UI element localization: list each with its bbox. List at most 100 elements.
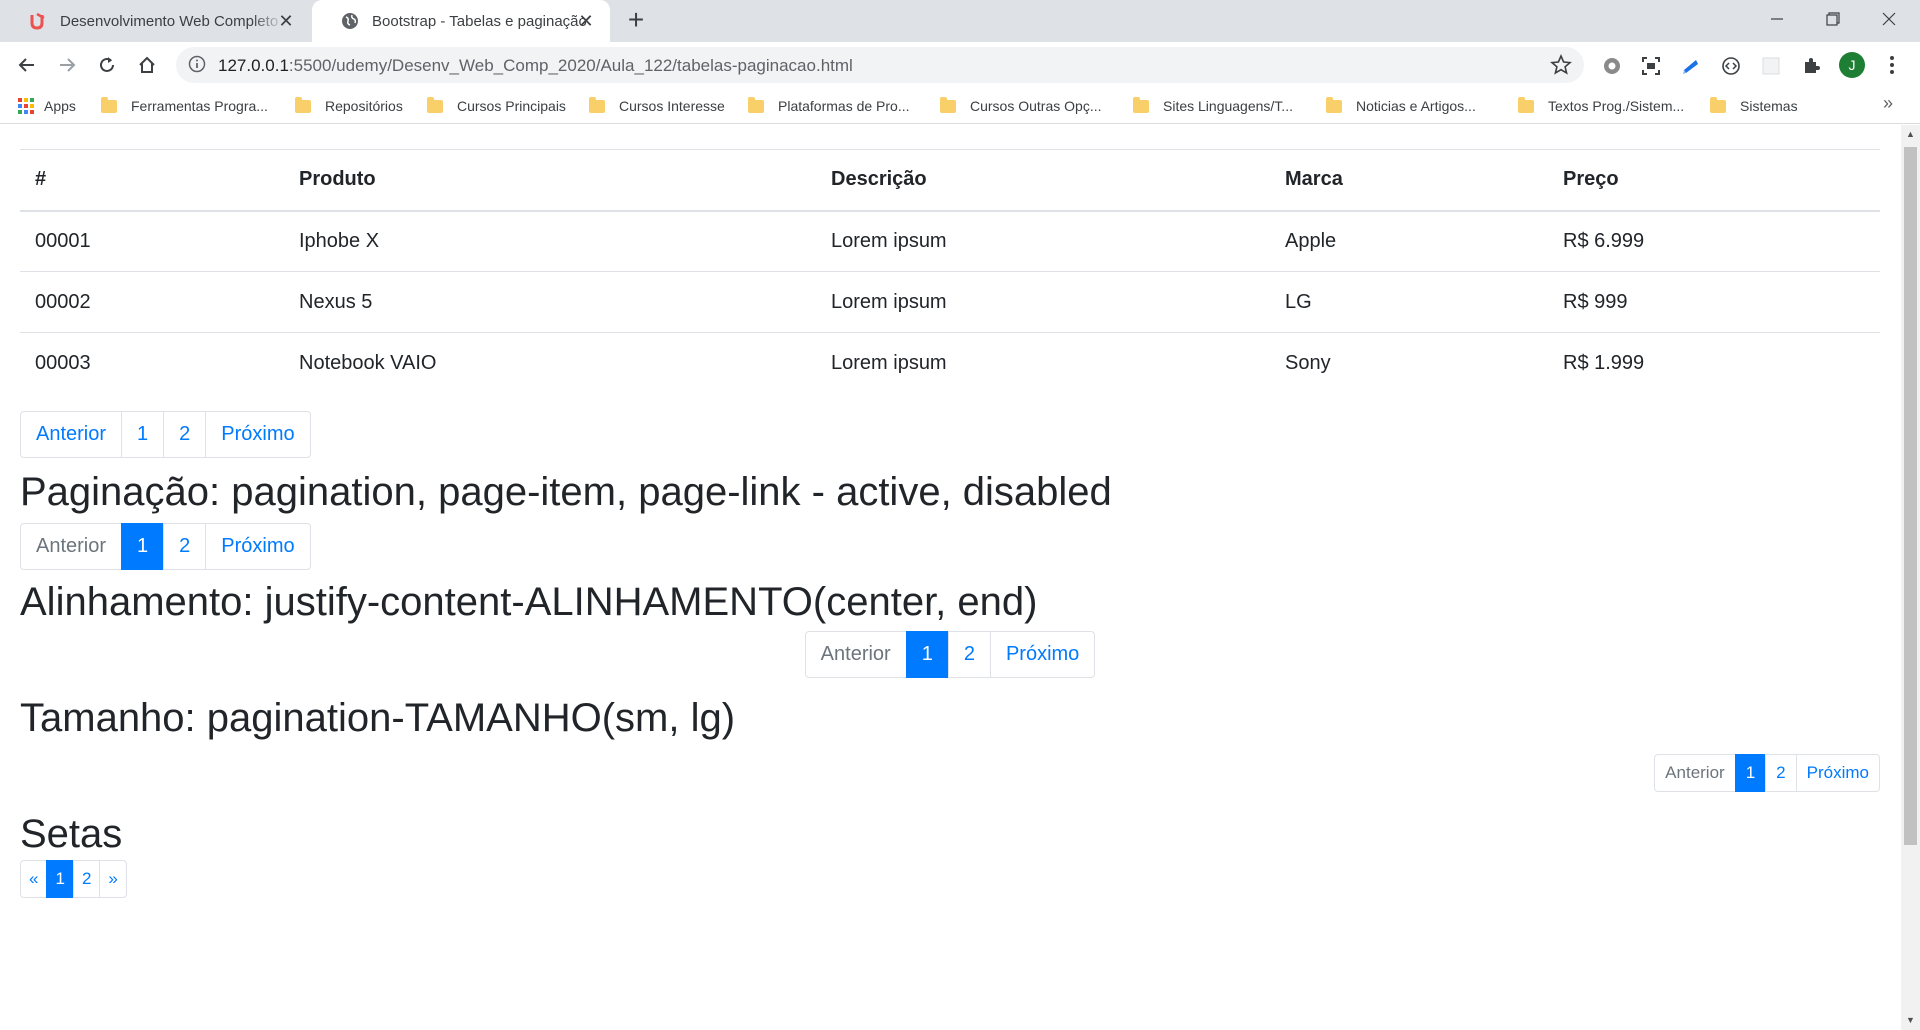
extension-gear-icon[interactable] [1601, 55, 1623, 77]
back-icon[interactable] [12, 50, 42, 80]
table-cell: 00001 [20, 210, 284, 272]
home-icon[interactable] [132, 50, 162, 80]
page-1-link[interactable]: 1 [121, 522, 165, 570]
bookmark-label: Plataformas de Pro... [778, 98, 910, 114]
next-page-link[interactable]: Próximo [989, 630, 1096, 678]
page-viewport: # Produto Descrição Marca Preço 00001 Ip… [0, 125, 1901, 1030]
vertical-scrollbar[interactable]: ▲ ▼ [1901, 125, 1920, 1030]
next-page-link[interactable]: Próximo [205, 522, 311, 570]
bookmark-folder[interactable]: Textos Prog./Sistem... [1518, 95, 1684, 117]
info-icon[interactable] [188, 55, 206, 78]
page-item: 1 [121, 410, 165, 458]
column-header: Preço [1548, 149, 1880, 212]
page-1-link[interactable]: 1 [46, 859, 74, 898]
bookmark-label: Apps [44, 98, 76, 114]
extension-code-icon[interactable] [1720, 55, 1742, 77]
bookmark-label: Cursos Outras Opç... [970, 98, 1102, 114]
table-cell: R$ 1.999 [1563, 351, 1645, 374]
tab-strip: Desenvolvimento Web Completo 2020 ✕ Boot… [0, 0, 1920, 42]
pagination-right-small: Anterior 1 2 Próximo [20, 753, 1880, 792]
bookmark-folder[interactable]: Sites Linguagens/T... [1133, 95, 1293, 117]
page-item: 1 [121, 522, 165, 570]
next-page-link[interactable]: Próximo [1795, 753, 1880, 792]
bookmark-folder[interactable]: Sistemas [1710, 95, 1798, 117]
page-1-link[interactable]: 1 [121, 410, 165, 458]
content-container: # Produto Descrição Marca Preço 00001 Ip… [20, 125, 1880, 898]
bookmark-apps[interactable]: Apps [18, 95, 76, 117]
page-item: Próximo [989, 630, 1096, 678]
apps-grid-icon [18, 98, 34, 114]
extensions-puzzle-icon[interactable] [1800, 55, 1822, 77]
page-item: 2 [72, 859, 101, 898]
previous-page-link[interactable]: Anterior [20, 410, 123, 458]
bookmark-label: Cursos Interesse [619, 98, 725, 114]
next-page-link[interactable]: Próximo [205, 410, 311, 458]
close-window-icon[interactable] [1862, 0, 1916, 38]
reload-icon[interactable] [92, 50, 122, 80]
pagination-basic: Anterior 1 2 Próximo [20, 410, 1880, 458]
tab-udemy[interactable]: Desenvolvimento Web Completo 2020 ✕ [0, 0, 310, 42]
tab-title: Bootstrap - Tabelas e paginação [372, 12, 587, 30]
udemy-icon [28, 11, 48, 31]
column-header: Descrição [816, 149, 1270, 212]
restore-icon[interactable] [1806, 0, 1860, 38]
page-2-link[interactable]: 2 [1765, 753, 1797, 792]
page-2-link[interactable]: 2 [72, 859, 101, 898]
forward-icon[interactable] [52, 50, 82, 80]
bookmark-star-icon[interactable] [1550, 53, 1572, 81]
extension-blue-icon[interactable] [1680, 55, 1702, 77]
bookmark-folder[interactable]: Repositórios [295, 95, 403, 117]
table-header-row: # Produto Descrição Marca Preço [20, 149, 1880, 212]
address-bar[interactable]: 127.0.0.1:5500/udemy/Desenv_Web_Comp_202… [176, 47, 1584, 83]
bookmark-label: Textos Prog./Sistem... [1548, 98, 1685, 114]
previous-page-link: Anterior [804, 630, 907, 678]
profile-avatar[interactable]: J [1839, 52, 1865, 78]
bookmarks-overflow-icon[interactable]: » [1883, 93, 1893, 114]
table-row: 00003 Notebook VAIO Lorem ipsum Sony R$ … [20, 333, 1880, 394]
page-item: Anterior [1654, 753, 1736, 792]
products-table: # Produto Descrição Marca Preço 00001 Ip… [20, 149, 1880, 394]
tab-close-icon[interactable]: ✕ [276, 11, 296, 31]
table-cell: Nexus 5 [284, 271, 816, 333]
folder-icon [427, 96, 443, 113]
bookmark-folder[interactable]: Ferramentas Progra... [101, 95, 268, 117]
tab-bootstrap[interactable]: Bootstrap - Tabelas e paginação ✕ [312, 0, 610, 42]
bookmark-folder[interactable]: Plataformas de Pro... [748, 95, 910, 117]
browser-menu-icon[interactable] [1880, 53, 1904, 77]
tab-title: Desenvolvimento Web Completo 2020 [60, 12, 285, 30]
bookmark-folder[interactable]: Cursos Principais [427, 95, 566, 117]
bookmark-folder[interactable]: Noticias e Artigos... [1326, 95, 1476, 117]
bookmark-folder[interactable]: Cursos Interesse [589, 95, 725, 117]
tab-close-icon[interactable]: ✕ [576, 11, 596, 31]
page-item: 2 [163, 410, 207, 458]
extension-blank-icon[interactable] [1760, 55, 1782, 77]
page-1-link[interactable]: 1 [905, 630, 949, 678]
folder-icon [940, 96, 956, 113]
page-2-link[interactable]: 2 [163, 410, 207, 458]
folder-icon [748, 96, 764, 113]
table-cell: Notebook VAIO [299, 351, 437, 374]
new-tab-button[interactable]: + [622, 6, 650, 35]
folder-icon [295, 96, 311, 113]
scroll-up-icon[interactable]: ▲ [1905, 129, 1916, 139]
scrollbar-thumb[interactable] [1904, 147, 1917, 845]
previous-arrow-link[interactable]: « [20, 859, 48, 898]
page-2-link[interactable]: 2 [163, 522, 207, 570]
table-cell: Lorem ipsum [831, 351, 947, 374]
globe-icon [340, 11, 360, 31]
pagination-active-disabled: Anterior 1 2 Próximo [20, 522, 1880, 570]
page-2-link[interactable]: 2 [947, 630, 991, 678]
folder-icon [1710, 96, 1726, 113]
bookmark-label: Sites Linguagens/T... [1163, 98, 1293, 114]
column-header: Produto [284, 149, 816, 212]
minimize-icon[interactable] [1750, 0, 1804, 38]
section-title-pagination: Paginação: pagination, page-item, page-l… [20, 469, 1112, 514]
page-1-link[interactable]: 1 [1734, 753, 1767, 792]
scroll-down-icon[interactable]: ▼ [1905, 1015, 1916, 1025]
bookmark-folder[interactable]: Cursos Outras Opç... [940, 95, 1101, 117]
folder-icon [1133, 96, 1149, 113]
browser-toolbar: 127.0.0.1:5500/udemy/Desenv_Web_Comp_202… [0, 42, 1920, 88]
screenshot-icon[interactable] [1640, 55, 1662, 77]
next-arrow-link[interactable]: » [99, 859, 127, 898]
section-title-size: Tamanho: pagination-TAMANHO(sm, lg) [20, 695, 736, 740]
